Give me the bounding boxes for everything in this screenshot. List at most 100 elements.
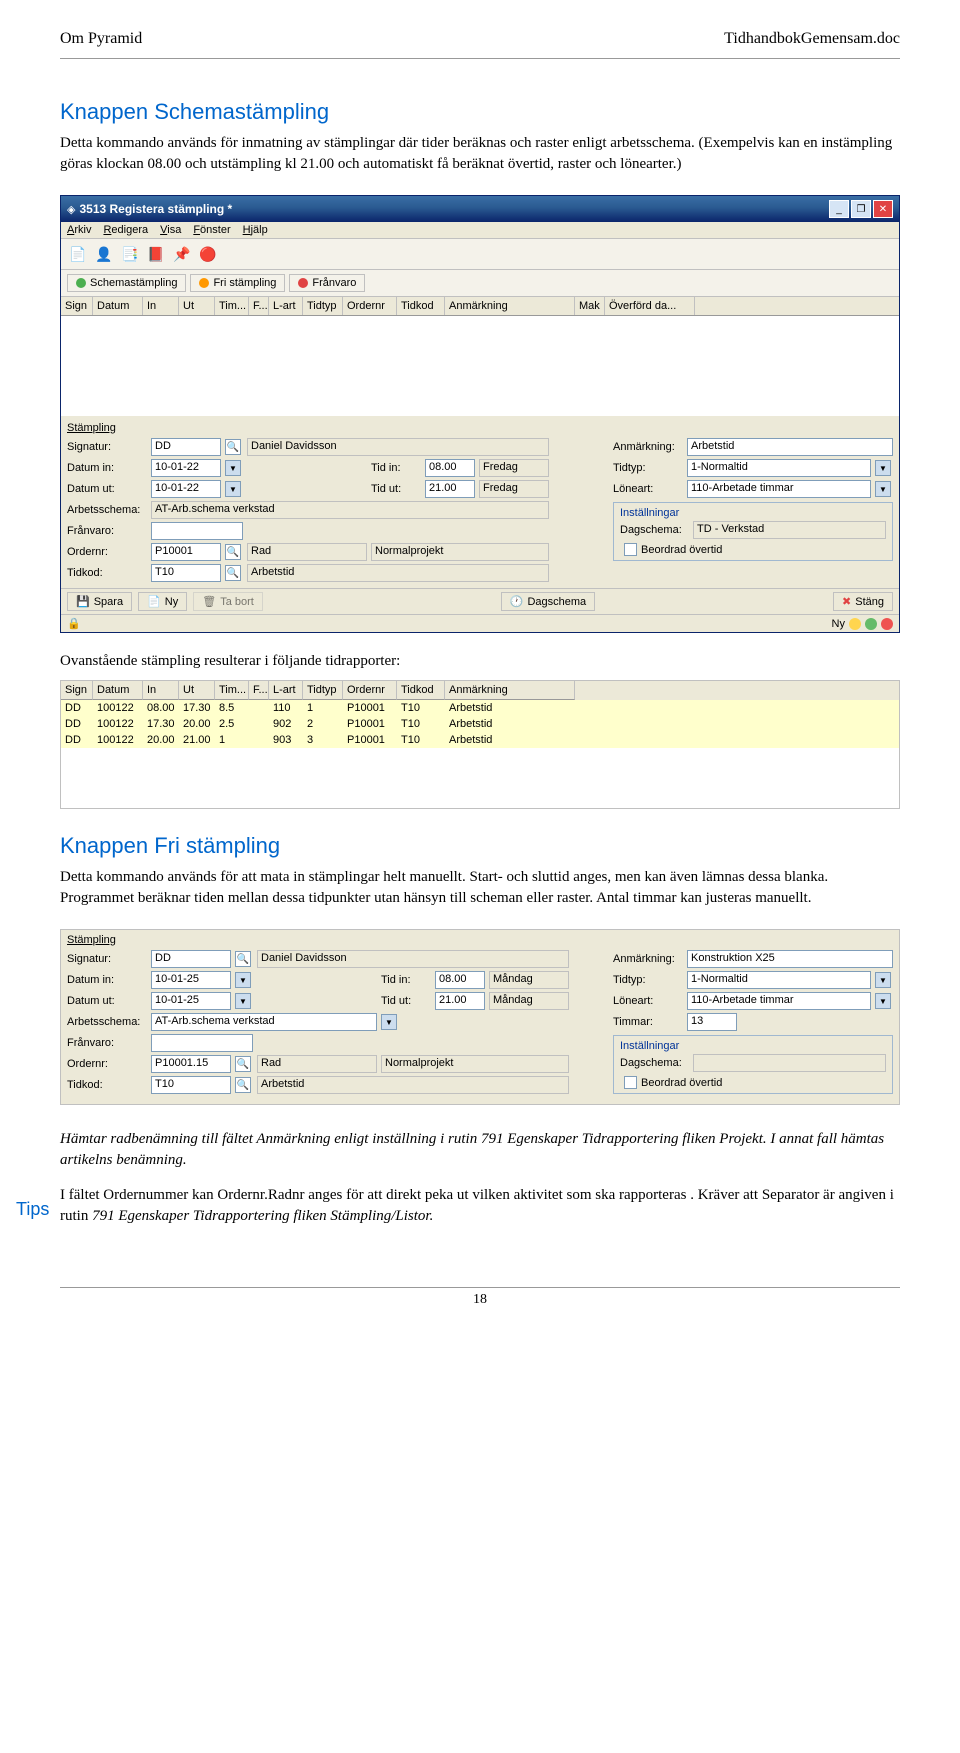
tool-record-icon[interactable]: 🔴 (197, 243, 219, 265)
rpt-col-in: In (143, 681, 179, 700)
menu-redigera[interactable]: Redigera (103, 224, 148, 236)
ordernr-lookup[interactable]: 🔍 (225, 544, 241, 560)
tidkod-input[interactable]: T10 (151, 564, 221, 582)
menu-visa[interactable]: Visa (160, 224, 181, 236)
p2-arbschema-dropdown[interactable]: ▼ (381, 1014, 397, 1030)
panel2-legend: Stämpling (67, 934, 893, 946)
menu-fonster[interactable]: Fönster (193, 224, 230, 236)
tool-user-icon[interactable]: 👤 (93, 243, 115, 265)
toolbar: 📄 👤 📑 📕 📌 🔴 (61, 239, 899, 270)
p2-tidkod-input[interactable]: T10 (151, 1076, 231, 1094)
loneart-label: Löneart: (613, 483, 683, 495)
col-datum[interactable]: Datum (93, 297, 143, 315)
p2-dagschema-label: Dagschema: (620, 1057, 690, 1069)
window-title: 3513 Registera stämpling * (79, 202, 829, 216)
p2-beordrad-checkbox[interactable] (624, 1076, 637, 1089)
signatur-input[interactable]: DD (151, 438, 221, 456)
tidin-input[interactable]: 08.00 (425, 459, 475, 477)
spara-button[interactable]: 💾Spara (67, 592, 132, 611)
datumin-dropdown[interactable]: ▼ (225, 460, 241, 476)
p2-loneart-input[interactable]: 110-Arbetade timmar (687, 992, 871, 1010)
menu-hjalp[interactable]: Hjälp (243, 224, 268, 236)
tool-pin-icon[interactable]: 📌 (171, 243, 193, 265)
p2-tidtyp-label: Tidtyp: (613, 974, 683, 986)
close-button[interactable]: ✕ (873, 200, 893, 218)
p2-tidkod-lookup[interactable]: 🔍 (235, 1077, 251, 1093)
table-cell: T10 (397, 700, 445, 716)
p2-datumin-input[interactable]: 10-01-25 (151, 971, 231, 989)
spara-label: Spara (94, 596, 123, 608)
table-cell: DD (61, 732, 93, 748)
p2-tidin-input[interactable]: 08.00 (435, 971, 485, 989)
p2-tidtyp-input[interactable]: 1-Normaltid (687, 971, 871, 989)
col-tidkod[interactable]: Tidkod (397, 297, 445, 315)
p2-ordernr-input[interactable]: P10001.15 (151, 1055, 231, 1073)
p2-franvaro-input[interactable] (151, 1034, 253, 1052)
p2-datumin-dropdown[interactable]: ▼ (235, 972, 251, 988)
rpt-col-tidtyp: Tidtyp (303, 681, 343, 700)
loneart-dropdown[interactable]: ▼ (875, 481, 891, 497)
fristampling-button[interactable]: Fri stämpling (190, 274, 285, 292)
rpt-col-tim: Tim... (215, 681, 249, 700)
p2-beordrad-label: Beordrad övertid (641, 1077, 722, 1089)
p2-arbschema-input[interactable]: AT-Arb.schema verkstad (151, 1013, 377, 1031)
minimize-button[interactable]: _ (829, 200, 849, 218)
datumin-input[interactable]: 10-01-22 (151, 459, 221, 477)
p2-signatur-input[interactable]: DD (151, 950, 231, 968)
col-lart[interactable]: L-art (269, 297, 303, 315)
table-cell: 110 (269, 700, 303, 716)
anmarkning-input[interactable]: Arbetstid (687, 438, 893, 456)
beordrad-checkbox[interactable] (624, 543, 637, 556)
maximize-button[interactable]: ❐ (851, 200, 871, 218)
tool-new-icon[interactable]: 📄 (67, 243, 89, 265)
p2-timmar-input[interactable]: 13 (687, 1013, 737, 1031)
grid-body[interactable] (61, 316, 899, 416)
col-sign[interactable]: Sign (61, 297, 93, 315)
table-cell (249, 732, 269, 748)
arbschema-value: AT-Arb.schema verkstad (151, 501, 549, 519)
tidin-label: Tid in: (371, 462, 421, 474)
col-mak[interactable]: Mak (575, 297, 605, 315)
table-cell: 21.00 (179, 732, 215, 748)
col-f[interactable]: F... (249, 297, 269, 315)
col-tidtyp[interactable]: Tidtyp (303, 297, 343, 315)
titlebar[interactable]: ◈ 3513 Registera stämpling * _ ❐ ✕ (61, 196, 899, 222)
p2-ordernr-lookup[interactable]: 🔍 (235, 1056, 251, 1072)
col-tim[interactable]: Tim... (215, 297, 249, 315)
p2-signatur-lookup[interactable]: 🔍 (235, 951, 251, 967)
tidkod-lookup[interactable]: 🔍 (225, 565, 241, 581)
p2-tidtyp-dropdown[interactable]: ▼ (875, 972, 891, 988)
tidtyp-dropdown[interactable]: ▼ (875, 460, 891, 476)
dagschema-button[interactable]: 🕐Dagschema (501, 592, 595, 611)
tool-book-icon[interactable]: 📕 (145, 243, 167, 265)
datumut-dropdown[interactable]: ▼ (225, 481, 241, 497)
action-buttons: Schemastämpling Fri stämpling Frånvaro (61, 270, 899, 297)
signatur-lookup[interactable]: 🔍 (225, 439, 241, 455)
stang-button[interactable]: ✖Stäng (833, 592, 893, 611)
p2-anm-input[interactable]: Konstruktion X25 (687, 950, 893, 968)
menu-arkiv[interactable]: Arkiv (67, 224, 91, 236)
p2-loneart-dropdown[interactable]: ▼ (875, 993, 891, 1009)
tidut-input[interactable]: 21.00 (425, 480, 475, 498)
p2-tidut-input[interactable]: 21.00 (435, 992, 485, 1010)
franvaro-button[interactable]: Frånvaro (289, 274, 365, 292)
col-in[interactable]: In (143, 297, 179, 315)
ny-button[interactable]: 📄Ny (138, 592, 187, 611)
tidtyp-input[interactable]: 1-Normaltid (687, 459, 871, 477)
p2-datumut-dropdown[interactable]: ▼ (235, 993, 251, 1009)
signatur-label: Signatur: (67, 441, 147, 453)
col-ut[interactable]: Ut (179, 297, 215, 315)
franvaro-input[interactable] (151, 522, 243, 540)
grid-header: Sign Datum In Ut Tim... F... L-art Tidty… (61, 297, 899, 316)
datumut-input[interactable]: 10-01-22 (151, 480, 221, 498)
col-anmarkning[interactable]: Anmärkning (445, 297, 575, 315)
p2-datumut-input[interactable]: 10-01-25 (151, 992, 231, 1010)
col-overford[interactable]: Överförd da... (605, 297, 695, 315)
tool-copy-icon[interactable]: 📑 (119, 243, 141, 265)
table-cell: P10001 (343, 716, 397, 732)
ordernr-input[interactable]: P10001 (151, 543, 221, 561)
loneart-input[interactable]: 110-Arbetade timmar (687, 480, 871, 498)
col-ordernr[interactable]: Ordernr (343, 297, 397, 315)
schemastampling-button[interactable]: Schemastämpling (67, 274, 186, 292)
register-stampling-window: ◈ 3513 Registera stämpling * _ ❐ ✕ Arkiv… (60, 195, 900, 633)
